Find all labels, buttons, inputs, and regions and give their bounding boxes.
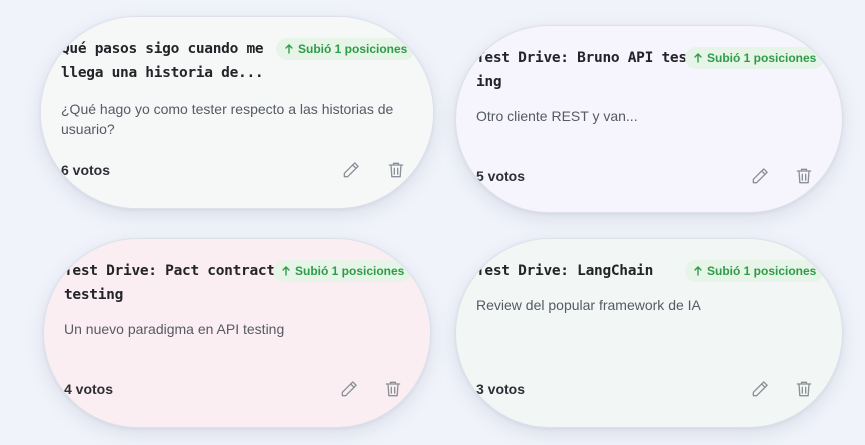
trash-icon [388,162,404,178]
pencil-icon [341,381,357,397]
description-line: usuario? [61,121,115,137]
arrow-up-icon [694,266,702,276]
vote-count: 5 votos [476,168,526,184]
arrow-up-icon [285,44,293,54]
topic-title-line: llega una historia de... [61,65,264,81]
badge-label: Subió 1 posiciones [707,264,817,278]
topic-title-line: Test Drive: LangChain [476,263,654,279]
vote-count: 6 votos [61,162,111,178]
description-line: Otro cliente REST y van... [476,108,638,124]
arrow-up-icon [282,266,290,276]
topic-title-line: ing [476,74,502,90]
topic-title: Test Drive: Pact contract testing [64,259,275,307]
topic-card[interactable]: Test Drive: LangChain Subió 1 posiciones… [455,238,843,428]
pencil-icon [752,168,768,184]
description-line: Un nuevo paradigma en API testing [64,321,285,337]
topic-description: Un nuevo paradigma en API testing [64,319,284,339]
badge-label: Subió 1 posiciones [295,264,405,278]
topic-board: Qué pasos sigo cuando me llega una histo… [0,0,865,445]
rank-change-badge: Subió 1 posiciones [276,38,416,60]
edit-button[interactable] [748,164,772,188]
trash-icon [385,381,401,397]
topic-title-line: testing [64,287,124,303]
topic-description: Otro cliente REST y van... [476,106,638,126]
topic-description: ¿Qué hago yo como tester respecto a las … [61,99,393,139]
pencil-icon [343,162,359,178]
rank-change-badge: Subió 1 posiciones [685,47,825,69]
vote-count: 3 votos [476,381,526,397]
delete-button[interactable] [792,164,816,188]
topic-title: Qué pasos sigo cuando me llega una histo… [61,37,264,85]
trash-icon [796,168,812,184]
delete-button[interactable] [384,158,408,182]
topic-title-line: Test Drive: Bruno API test- [476,50,704,66]
edit-button[interactable] [339,158,363,182]
arrow-up-icon [694,53,702,63]
delete-button[interactable] [381,377,405,401]
edit-button[interactable] [748,377,772,401]
topic-title: Test Drive: Bruno API test- ing [476,46,704,94]
badge-label: Subió 1 posiciones [298,42,408,56]
topic-description: Review del popular framework de IA [476,295,701,315]
vote-count: 4 votos [64,381,114,397]
topic-card[interactable]: Test Drive: Pact contract testing Subió … [43,238,431,428]
delete-button[interactable] [792,377,816,401]
topic-title-line: Test Drive: Pact contract [64,263,275,279]
rank-change-badge: Subió 1 posiciones [685,260,825,282]
edit-button[interactable] [337,377,361,401]
description-line: Review del popular framework de IA [476,297,701,313]
rank-change-badge: Subió 1 posiciones [273,260,413,282]
badge-label: Subió 1 posiciones [707,51,817,65]
topic-card[interactable]: Test Drive: Bruno API test- ing Subió 1 … [455,25,843,213]
trash-icon [796,381,812,397]
description-line: ¿Qué hago yo como tester respecto a las … [61,101,394,117]
topic-title: Test Drive: LangChain [476,259,653,283]
pencil-icon [752,381,768,397]
topic-card[interactable]: Qué pasos sigo cuando me llega una histo… [40,16,434,209]
topic-title-line: Qué pasos sigo cuando me [61,41,264,57]
